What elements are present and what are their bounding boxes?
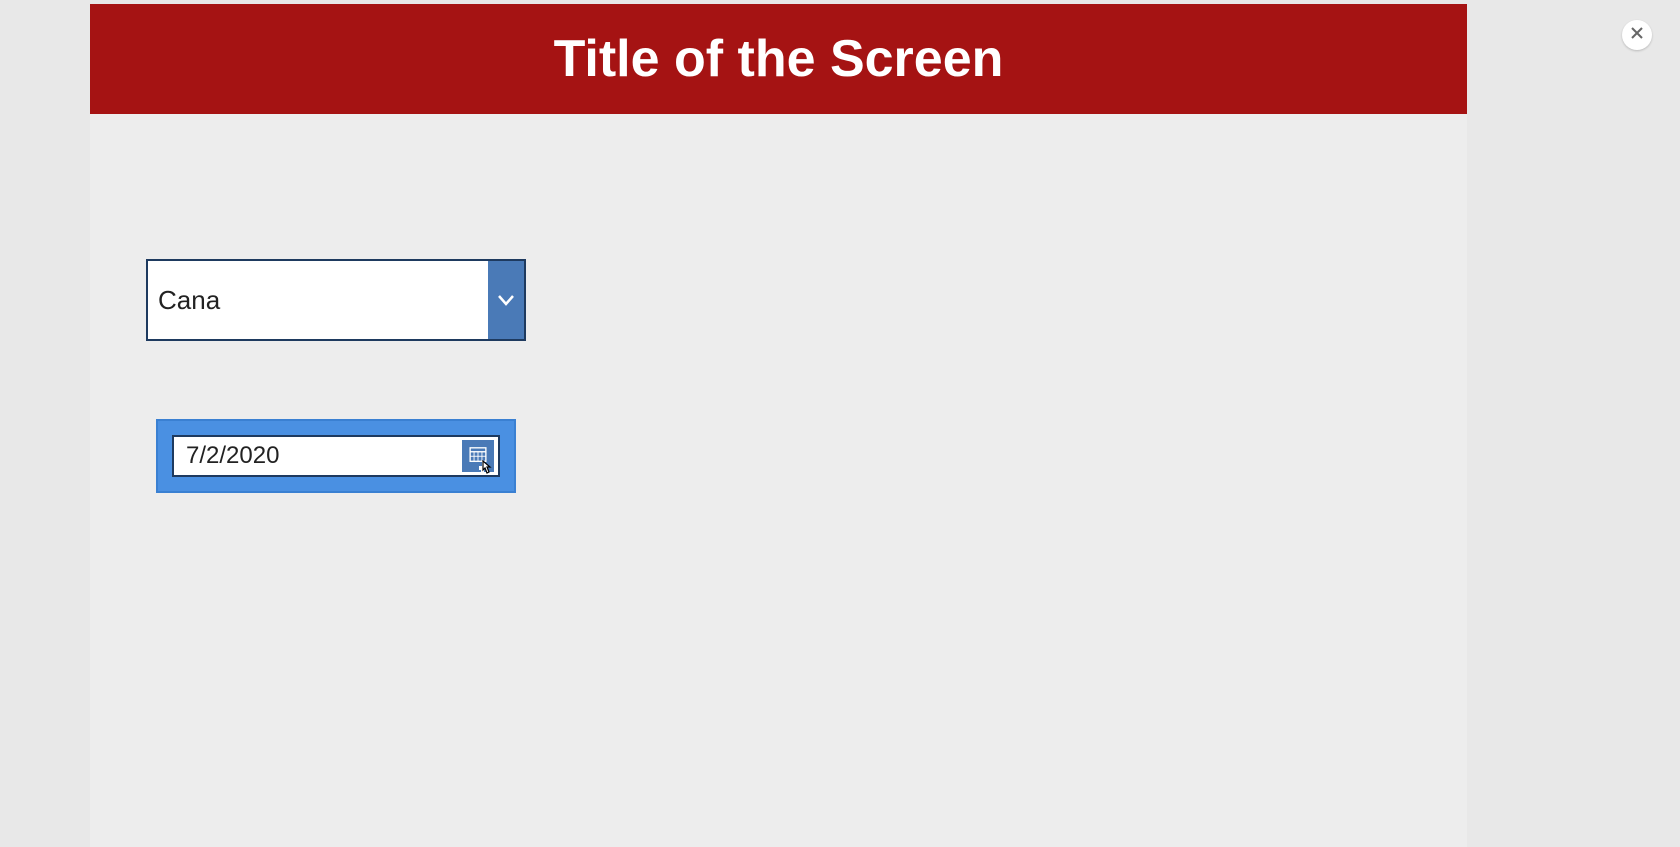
page-container: Title of the Screen Cana 7/2/2020 [90,4,1467,847]
date-value[interactable]: 7/2/2020 [174,442,498,470]
combo-dropdown-button[interactable] [488,261,524,339]
close-button[interactable] [1622,20,1652,50]
date-picker[interactable]: 7/2/2020 [156,419,516,493]
combo-box[interactable]: Cana [146,259,526,341]
date-picker-inner[interactable]: 7/2/2020 [172,435,500,477]
date-picker-button[interactable] [462,440,494,472]
chevron-down-icon [496,290,516,310]
title-bar: Title of the Screen [90,4,1467,114]
combo-input[interactable]: Cana [148,261,488,339]
page-title: Title of the Screen [554,29,1004,89]
close-icon [1630,26,1644,45]
calendar-icon [469,445,487,468]
